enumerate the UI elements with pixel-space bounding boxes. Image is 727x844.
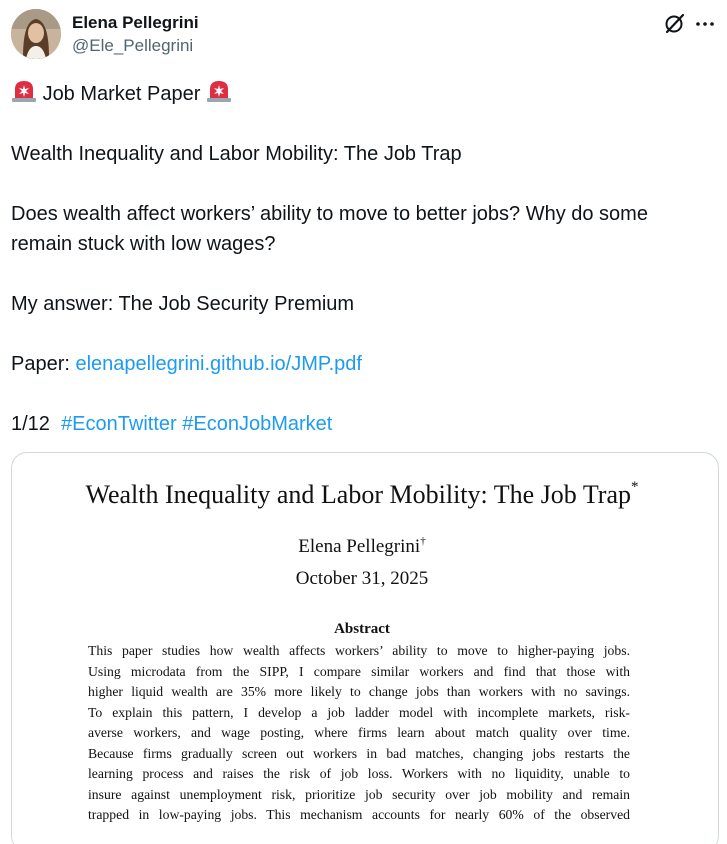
abstract-line: insure against unemployment risk, priori… xyxy=(88,786,630,802)
tweet-line-question-2: remain stuck with low wages? xyxy=(11,233,276,255)
attached-image[interactable]: Wealth Inequality and Labor Mobility: Th… xyxy=(11,452,719,844)
abstract-heading: Abstract xyxy=(334,621,390,637)
avatar[interactable] xyxy=(11,9,61,59)
display-name[interactable]: Elena Pellegrini xyxy=(72,12,199,34)
thread-count: 1/12 xyxy=(11,413,50,435)
avatar-image xyxy=(11,9,61,59)
abstract-line: trapped in low-paying jobs. This mechani… xyxy=(88,807,630,822)
handle[interactable]: @Ele_Pellegrini xyxy=(72,34,199,57)
hashtag-econtwitter[interactable]: #EconTwitter xyxy=(61,413,177,435)
grok-icon[interactable] xyxy=(663,11,687,35)
tweet-line-hashtags: 1/12 #EconTwitter #EconJobMarket xyxy=(11,409,717,439)
abstract-line: Using microdata from the SIPP, I compare… xyxy=(88,663,630,679)
hashtag-econjobmarket[interactable]: #EconJobMarket xyxy=(182,413,332,435)
paper-author-footnote-mark: † xyxy=(420,535,426,547)
abstract-line: higher liquid wealth are 35% more likely… xyxy=(88,684,630,699)
abstract-line: To explain this pattern, I develop a job… xyxy=(88,704,630,720)
abstract-line: This paper studies how wealth affects wo… xyxy=(88,643,630,658)
tweet-header: Elena Pellegrini @Ele_Pellegrini xyxy=(11,9,717,61)
paper-title-footnote-mark: * xyxy=(631,479,639,495)
tweet-line-question-1: Does wealth affect workers’ ability to m… xyxy=(11,203,648,225)
paper-date: October 31, 2025 xyxy=(295,568,429,589)
rotating-light-emoji-right xyxy=(206,81,231,102)
paper-author-text: Elena Pellegrini xyxy=(298,536,421,557)
tweet-heading-text: Job Market Paper xyxy=(42,83,201,105)
paper-author: Elena Pellegrini† xyxy=(12,529,712,559)
paper-title-text: Wealth Inequality and Labor Mobility: Th… xyxy=(85,480,632,509)
author-names: Elena Pellegrini @Ele_Pellegrini xyxy=(72,12,199,57)
abstract-line: learning process and raises the risk of … xyxy=(88,766,630,781)
paper-prefix: Paper: xyxy=(11,353,76,375)
tweet-line-title: Wealth Inequality and Labor Mobility: Th… xyxy=(11,143,462,165)
tweet-body: Job Market Paper Wealth Inequality and L… xyxy=(11,79,717,439)
abstract-body: This paper studies how wealth affects wo… xyxy=(88,641,630,826)
tweet-line-answer: My answer: The Job Security Premium xyxy=(11,293,355,315)
more-dots-icon[interactable] xyxy=(693,11,717,35)
tweet-line-paper: Paper: elenapellegrini.github.io/JMP.pdf xyxy=(11,349,717,379)
abstract-line: Because firms gradually screen out worke… xyxy=(88,745,630,761)
abstract-line: averse workers, and wage posting, where … xyxy=(88,725,630,740)
rotating-light-emoji-left xyxy=(12,81,36,102)
tweet-line-heading: Job Market Paper xyxy=(11,79,717,109)
paper-link[interactable]: elenapellegrini.github.io/JMP.pdf xyxy=(75,353,362,375)
paper-title: Wealth Inequality and Labor Mobility: Th… xyxy=(12,471,712,511)
